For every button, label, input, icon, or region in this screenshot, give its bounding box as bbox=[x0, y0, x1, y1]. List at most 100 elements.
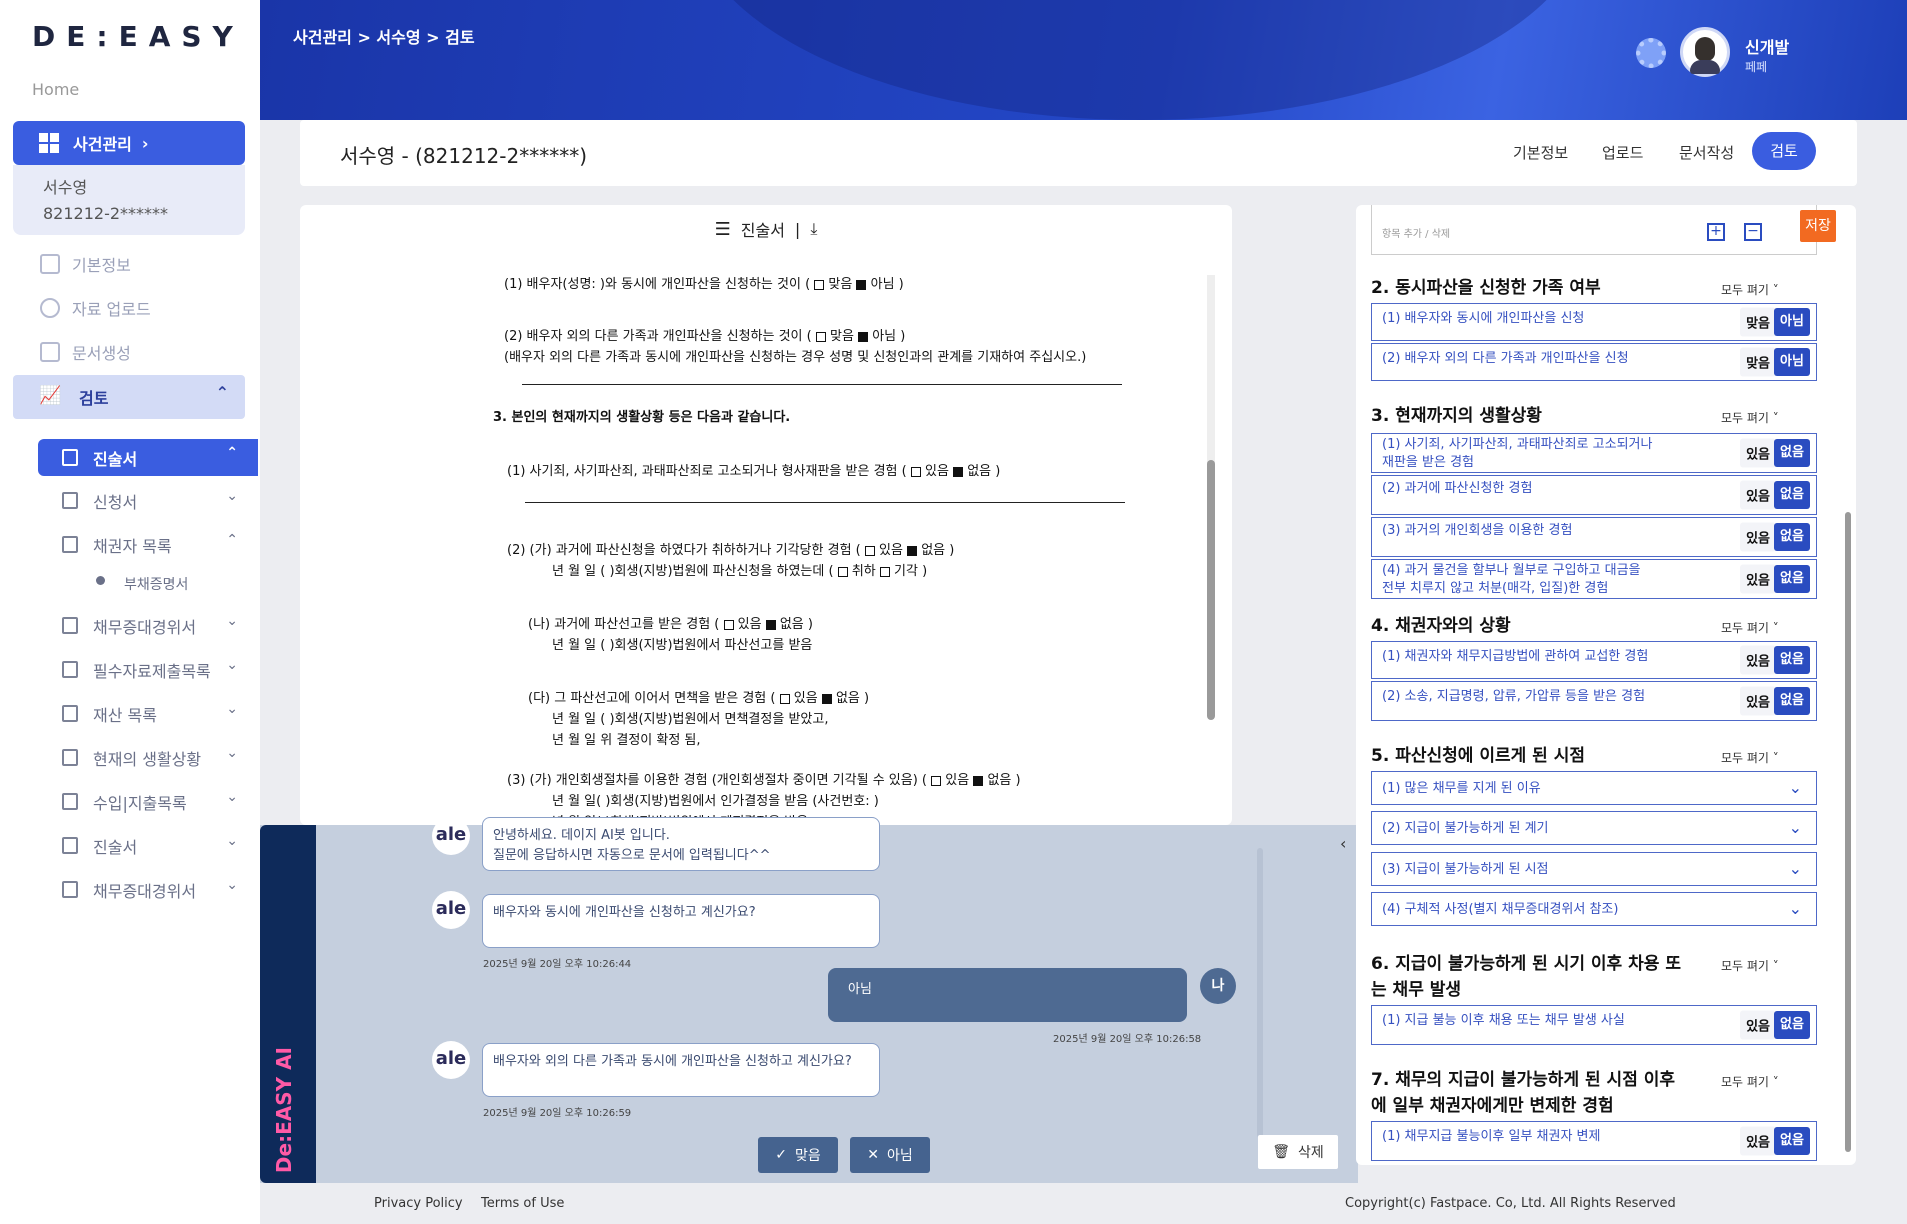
nav-basic-info[interactable]: 기본정보 bbox=[40, 252, 131, 276]
avatar[interactable] bbox=[1680, 27, 1730, 77]
cloud-upload-icon bbox=[40, 298, 60, 318]
panel-scrollbar[interactable] bbox=[1845, 512, 1851, 1152]
terms-link[interactable]: Terms of Use bbox=[481, 1196, 564, 1211]
expand-all[interactable]: 모두 펴기 ˅ bbox=[1721, 281, 1779, 298]
copyright: Copyright(c) Fastpace. Co, Ltd. All Righ… bbox=[1345, 1196, 1676, 1211]
none-button[interactable]: 없음 bbox=[1774, 1127, 1810, 1155]
yes-button[interactable]: 맞음 bbox=[1740, 347, 1776, 377]
question-row: (1) 채권자와 채무지급방법에 관하여 교섭한 경험 있음 없음 bbox=[1371, 641, 1817, 679]
none-button[interactable]: 없음 bbox=[1774, 481, 1810, 509]
doc-icon bbox=[62, 492, 78, 509]
yes-button[interactable]: 맞음 bbox=[1740, 307, 1776, 337]
expand-all[interactable]: 모두 펴기 ˅ bbox=[1721, 409, 1779, 426]
tab-basic-info[interactable]: 기본정보 bbox=[1513, 142, 1568, 163]
doc-item-required-docs[interactable]: 필수자료제출목록 ⌄ bbox=[38, 651, 258, 688]
chevron-left-icon[interactable]: ‹ bbox=[1340, 834, 1346, 853]
nav-review[interactable]: 📈 검토 ⌃ bbox=[13, 375, 245, 419]
have-button[interactable]: 있음 bbox=[1740, 1126, 1776, 1156]
doc-item-debt-increase[interactable]: 채무증대경위서 ⌄ bbox=[38, 607, 258, 644]
document-scrollbar[interactable] bbox=[1207, 275, 1215, 720]
tab-document[interactable]: 문서작성 bbox=[1679, 142, 1734, 163]
expand-all[interactable]: 모두 펴기 ˅ bbox=[1721, 957, 1779, 974]
menu-icon[interactable]: ☰ bbox=[715, 219, 731, 240]
nav-upload[interactable]: 자료 업로드 bbox=[40, 296, 151, 320]
timestamp: 2025년 9월 20일 오후 10:26:58 bbox=[1053, 1034, 1202, 1045]
doc-item-income[interactable]: 수입|지출목록 ⌄ bbox=[38, 783, 258, 820]
plus-icon[interactable]: + bbox=[1707, 223, 1725, 241]
gear-icon[interactable] bbox=[1636, 38, 1666, 68]
chat-scrollbar[interactable] bbox=[1257, 848, 1263, 1138]
chat-delete-button[interactable]: 🗑 삭제 bbox=[1258, 1135, 1338, 1169]
have-button[interactable]: 있음 bbox=[1740, 522, 1776, 552]
title-bar: 서수영 - (821212-2******) 기본정보 업로드 문서작성 검토 bbox=[300, 120, 1857, 186]
have-button[interactable]: 있음 bbox=[1740, 686, 1776, 716]
have-button[interactable]: 있음 bbox=[1740, 438, 1776, 468]
doc-icon bbox=[62, 793, 78, 810]
chevron-down-icon: ⌄ bbox=[1788, 818, 1802, 837]
accordion-row[interactable]: (2) 지급이 불가능하게 된 계기 ⌄ bbox=[1371, 811, 1817, 845]
doc-item-assets[interactable]: 재산 목록 ⌄ bbox=[38, 695, 258, 732]
doc-item-statement-2[interactable]: 진술서 ⌄ bbox=[38, 827, 258, 864]
doc-icon bbox=[62, 749, 78, 766]
accordion-row[interactable]: (1) 많은 채무를 지게 된 이유 ⌄ bbox=[1371, 771, 1817, 805]
expand-all[interactable]: 모두 펴기 ˅ bbox=[1721, 749, 1779, 766]
no-button[interactable]: 아님 bbox=[1774, 308, 1810, 336]
accordion-row[interactable]: (3) 지급이 불가능하게 된 시점 ⌄ bbox=[1371, 852, 1817, 886]
doc-item-application[interactable]: 신청서 ⌄ bbox=[38, 482, 258, 519]
nav-review-label: 검토 bbox=[79, 389, 109, 408]
section-2-title: 2. 동시파산을 신청한 가족 여부 bbox=[1371, 278, 1601, 298]
home-link[interactable]: Home bbox=[32, 80, 79, 99]
question-text: (1) 채무지급 불능이후 일부 채권자 변제 bbox=[1382, 1129, 1601, 1144]
chevron-up-icon: ⌃ bbox=[226, 532, 238, 548]
message-text: 안녕하세요. 데이지 AI봇 입니다. bbox=[493, 828, 670, 843]
have-button[interactable]: 있음 bbox=[1740, 480, 1776, 510]
doc-line: (1) 사기죄, 사기파산죄, 과태파산죄로 고소되거나 형사재판을 받은 경험… bbox=[507, 464, 907, 479]
doc-line: (2) (가) 과거에 파산신청을 하였다가 취하하거나 기각당한 경험 ( bbox=[507, 543, 861, 558]
save-button[interactable]: 저장 bbox=[1800, 210, 1836, 242]
case-management-button[interactable]: 사건관리 › bbox=[13, 121, 245, 165]
tab-review[interactable]: 검토 bbox=[1752, 132, 1816, 170]
doc-label: 신청서 bbox=[93, 492, 138, 512]
none-button[interactable]: 없음 bbox=[1774, 687, 1810, 715]
expand-all[interactable]: 모두 펴기 ˅ bbox=[1721, 619, 1779, 636]
privacy-link[interactable]: Privacy Policy bbox=[374, 1196, 463, 1211]
download-icon[interactable]: ⤓ bbox=[810, 219, 817, 239]
logo[interactable]: DE:EASY bbox=[32, 20, 244, 53]
none-button[interactable]: 없음 bbox=[1774, 1011, 1810, 1039]
question-row: (2) 배우자 외의 다른 가족과 개인파산을 신청 맞음 아님 bbox=[1371, 343, 1817, 381]
question-text: (4) 과거 물건을 할부나 월부로 구입하고 대금을 전부 치루지 않고 처분(… bbox=[1382, 563, 1641, 596]
tab-upload[interactable]: 업로드 bbox=[1602, 142, 1643, 163]
chat-yes-button[interactable]: ✓ 맞음 bbox=[758, 1137, 838, 1173]
have-button[interactable]: 있음 bbox=[1740, 1010, 1776, 1040]
none-button[interactable]: 없음 bbox=[1774, 439, 1810, 467]
have-button[interactable]: 있음 bbox=[1740, 564, 1776, 594]
doc-line: (3) (가) 개인회생절차를 이용한 경험 (개인회생절차 중이면 기각될 수… bbox=[507, 773, 927, 788]
have-button[interactable]: 있음 bbox=[1740, 645, 1776, 675]
none-button[interactable]: 없음 bbox=[1774, 523, 1810, 551]
doc-item-debt-increase-2[interactable]: 채무증대경위서 ⌄ bbox=[38, 871, 258, 908]
none-button[interactable]: 없음 bbox=[1774, 646, 1810, 674]
no-button[interactable]: 아님 bbox=[1774, 348, 1810, 376]
none-button[interactable]: 없음 bbox=[1774, 565, 1810, 593]
expand-all[interactable]: 모두 펴기 ˅ bbox=[1721, 1073, 1779, 1090]
doc-line: (다) 그 파산선고에 이어서 면책을 받은 경험 ( bbox=[528, 691, 776, 706]
section-7-title: 7. 채무의 지급이 불가능하게 된 시점 이후 에 일부 채권자에게만 변제한 … bbox=[1371, 1070, 1676, 1116]
grid-icon bbox=[39, 133, 59, 153]
doc-line: 년 월 일( )회생(지방)법원에서 인가결정을 받음 (사건번호: ) bbox=[552, 794, 879, 809]
doc-item-living[interactable]: 현재의 생활상황 ⌄ bbox=[38, 739, 258, 776]
accordion-row[interactable]: (4) 구체적 사정(별지 채무증대경위서 참조) ⌄ bbox=[1371, 892, 1817, 926]
doc-item-creditor-list[interactable]: 채권자 목록 ⌃ bbox=[38, 526, 258, 563]
bot-message: 배우자와 동시에 개인파산을 신청하고 계신가요? bbox=[482, 894, 880, 948]
message-text: 배우자와 외의 다른 가족과 동시에 개인파산을 신청하고 계신가요? bbox=[493, 1054, 852, 1069]
question-row: (4) 과거 물건을 할부나 월부로 구입하고 대금을 전부 치루지 않고 처분(… bbox=[1371, 559, 1817, 599]
nav-generate-doc[interactable]: 문서생성 bbox=[40, 340, 131, 364]
minus-icon[interactable]: − bbox=[1744, 223, 1762, 241]
breadcrumb: 사건관리 > 서수영 > 검토 bbox=[293, 28, 475, 47]
message-text: 질문에 응답하시면 자동으로 문서에 입력됩니다^^ bbox=[493, 848, 771, 863]
document-name: 진술서 bbox=[740, 221, 785, 240]
timestamp: 2025년 9월 20일 오후 10:26:59 bbox=[483, 1108, 632, 1119]
doc-subitem-debt-certificate[interactable]: 부채증명서 bbox=[124, 574, 188, 594]
doc-item-statement[interactable]: 진술서 ⌃ bbox=[38, 439, 258, 476]
chat-brand-bar: De:EASY AI bbox=[260, 825, 316, 1183]
chat-no-button[interactable]: ✕ 아님 bbox=[850, 1137, 930, 1173]
